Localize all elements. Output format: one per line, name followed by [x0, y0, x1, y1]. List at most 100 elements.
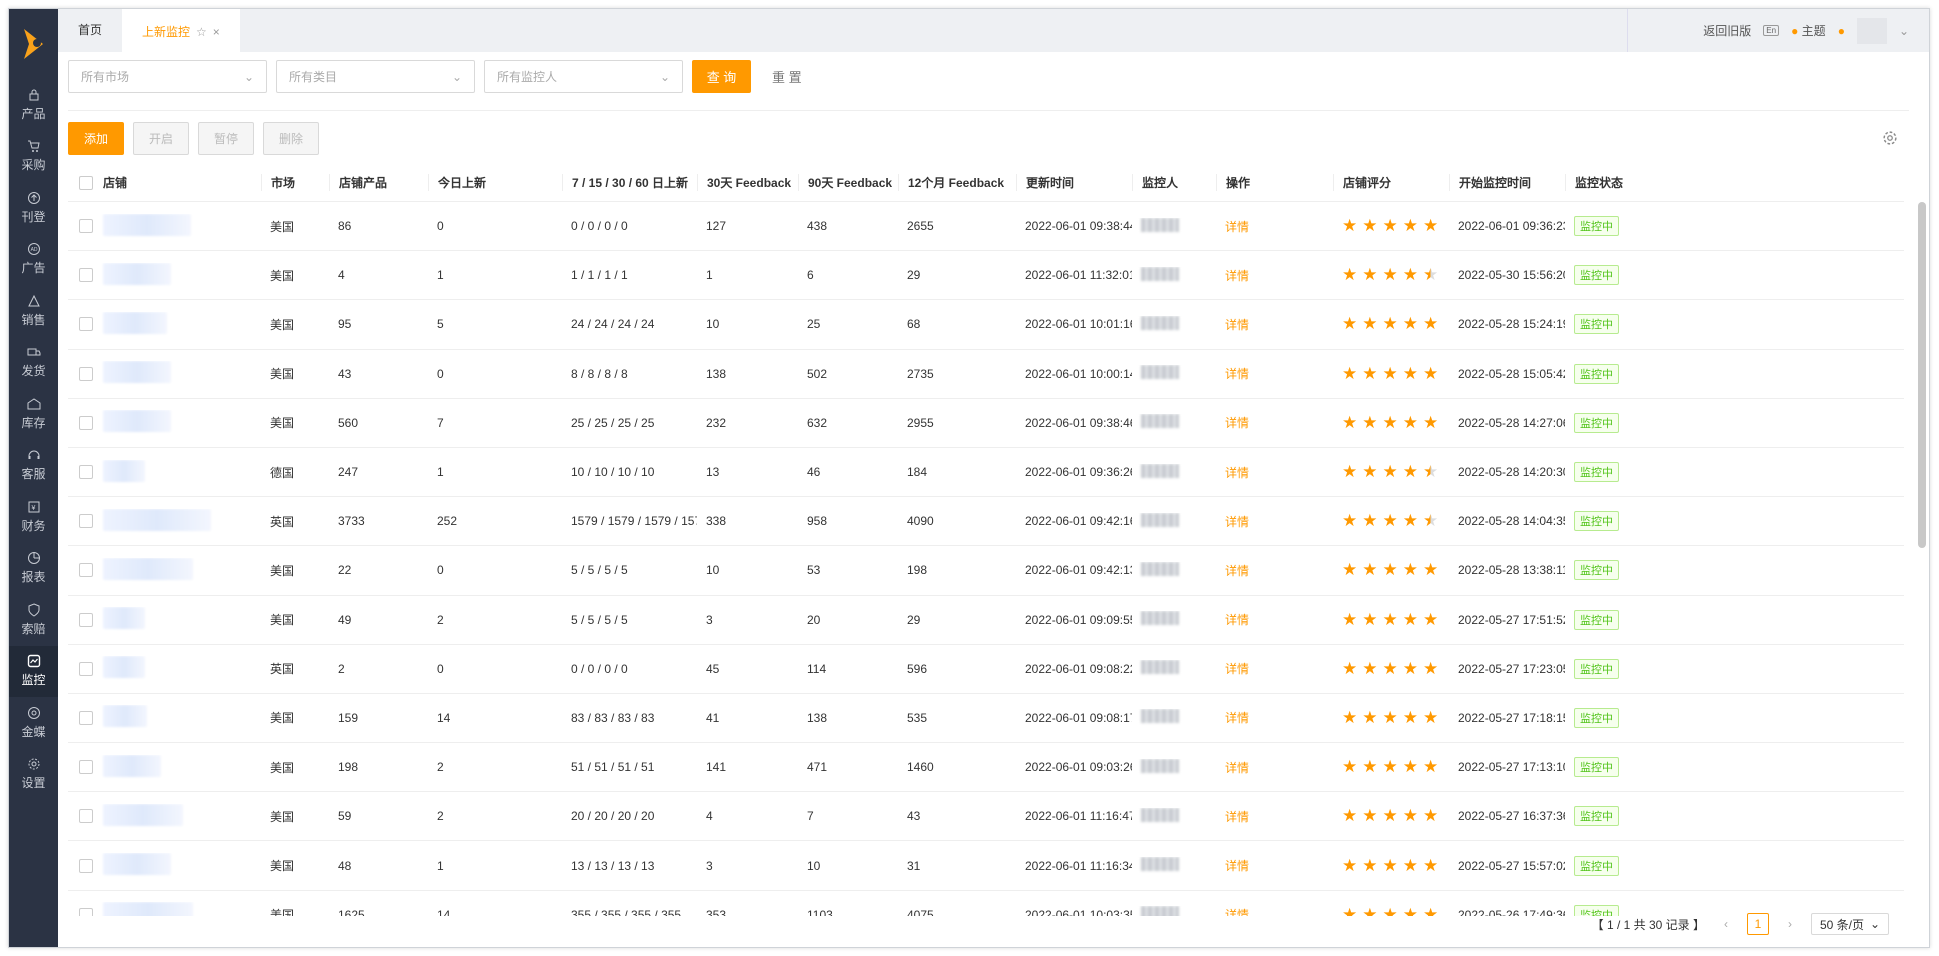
- category-select[interactable]: 所有类目 ⌄: [276, 60, 475, 93]
- sidebar-item-11[interactable]: 监控: [9, 645, 58, 697]
- row-checkbox[interactable]: [79, 268, 93, 283]
- cell-range: 20 / 20 / 20 / 20: [571, 809, 655, 824]
- sidebar-item-6[interactable]: 库存: [9, 388, 58, 440]
- op-cell: 详情: [1216, 759, 1333, 776]
- cell-products: 247: [338, 465, 359, 480]
- cell-range: 5 / 5 / 5 / 5: [571, 612, 628, 627]
- cell-updated: 2022-06-01 09:08:22: [1025, 661, 1132, 676]
- kingdee-icon: [27, 706, 40, 719]
- row-checkbox[interactable]: [79, 661, 93, 676]
- sidebar-item-2[interactable]: 刊登: [9, 182, 58, 234]
- sidebar-item-4[interactable]: 销售: [9, 285, 58, 337]
- sidebar-item-5[interactable]: 发货: [9, 337, 58, 389]
- sidebar-item-3[interactable]: AD 广告: [9, 234, 58, 286]
- chevron-down-icon[interactable]: ⌄: [1899, 24, 1909, 38]
- sidebar-item-10[interactable]: 索赔: [9, 594, 58, 646]
- page-size-select[interactable]: 50 条/页 ⌄: [1811, 913, 1889, 935]
- column-settings-icon[interactable]: [1881, 129, 1899, 147]
- chevron-down-icon: ⌄: [1869, 917, 1880, 931]
- monitor-select[interactable]: 所有监控人 ⌄: [484, 60, 683, 93]
- row-checkbox-cell: [68, 465, 94, 480]
- query-button[interactable]: 查 询: [692, 60, 751, 93]
- tab-new-monitor[interactable]: 上新监控 ☆ ×: [122, 9, 240, 52]
- sidebar-item-9[interactable]: 报表: [9, 543, 58, 595]
- tab-home[interactable]: 首页: [58, 9, 122, 52]
- warehouse-icon: [27, 398, 40, 410]
- detail-link[interactable]: 详情: [1225, 908, 1249, 916]
- cell-f12: 68: [907, 317, 921, 332]
- market-select[interactable]: 所有市场 ⌄: [68, 60, 267, 93]
- row-checkbox[interactable]: [79, 219, 93, 234]
- sidebar-item-12[interactable]: 金蝶: [9, 697, 58, 749]
- reset-button[interactable]: 重 置: [760, 67, 814, 86]
- sidebar-item-1[interactable]: 采购: [9, 131, 58, 183]
- row-checkbox-cell: [68, 366, 94, 381]
- detail-link[interactable]: 详情: [1225, 810, 1249, 824]
- detail-link[interactable]: 详情: [1225, 318, 1249, 332]
- sidebar-item-13[interactable]: 设置: [9, 749, 58, 801]
- column-header: 7 / 15 / 30 / 60 日上新: [562, 174, 697, 191]
- vertical-scrollbar[interactable]: [1918, 202, 1926, 548]
- detail-link[interactable]: 详情: [1225, 859, 1249, 873]
- next-page-button[interactable]: ›: [1779, 913, 1801, 935]
- cell-f90: 10: [807, 858, 821, 873]
- start-button[interactable]: 开启: [133, 122, 189, 155]
- detail-link[interactable]: 详情: [1225, 269, 1249, 283]
- language-icon[interactable]: En: [1763, 25, 1780, 36]
- rating-cell: ★ ★ ★ ★ ★: [1333, 610, 1449, 630]
- user-icon[interactable]: ●: [1838, 24, 1845, 38]
- row-checkbox[interactable]: [79, 858, 93, 873]
- detail-link[interactable]: 详情: [1225, 367, 1249, 381]
- row-checkbox[interactable]: [79, 809, 93, 824]
- rating-cell: ★ ★ ★ ★ ★: [1333, 511, 1449, 531]
- detail-link[interactable]: 详情: [1225, 564, 1249, 578]
- row-checkbox-cell: [68, 514, 94, 529]
- page-number[interactable]: 1: [1747, 913, 1769, 935]
- star-full-icon: ★: [1382, 609, 1398, 629]
- detail-link[interactable]: 详情: [1225, 416, 1249, 430]
- monitor-person-cell: [1132, 807, 1216, 825]
- status-cell: 监控中: [1565, 511, 1649, 532]
- row-checkbox[interactable]: [79, 366, 93, 381]
- monitor-person-cell: [1132, 315, 1216, 333]
- row-checkbox[interactable]: [79, 907, 93, 916]
- pause-button[interactable]: 暂停: [198, 122, 254, 155]
- prev-page-button[interactable]: ‹: [1715, 913, 1737, 935]
- row-checkbox[interactable]: [79, 563, 93, 578]
- sidebar-item-7[interactable]: 客服: [9, 440, 58, 492]
- row-checkbox[interactable]: [79, 710, 93, 725]
- back-old-version-link[interactable]: 返回旧版: [1703, 22, 1751, 39]
- row-checkbox[interactable]: [79, 465, 93, 480]
- row-checkbox[interactable]: [79, 317, 93, 332]
- detail-link[interactable]: 详情: [1225, 515, 1249, 529]
- star-full-icon: ★: [1402, 904, 1418, 916]
- top-right-bar: 返回旧版 En ● 主题 ● ⌄: [1629, 9, 1929, 52]
- add-button[interactable]: 添加: [68, 122, 124, 155]
- op-cell: 详情: [1216, 611, 1333, 628]
- star-full-icon: ★: [1342, 462, 1358, 482]
- star-full-icon: ★: [1342, 412, 1358, 432]
- action-bar: 添加 开启 暂停 删除: [68, 122, 319, 155]
- shop-name-cell: [94, 459, 261, 485]
- cell-f12: 1460: [907, 760, 934, 775]
- sidebar-item-8[interactable]: ¥ 财务: [9, 491, 58, 543]
- detail-link[interactable]: 详情: [1225, 613, 1249, 627]
- select-all-checkbox[interactable]: [79, 175, 93, 190]
- detail-link[interactable]: 详情: [1225, 466, 1249, 480]
- row-checkbox[interactable]: [79, 760, 93, 775]
- detail-link[interactable]: 详情: [1225, 761, 1249, 775]
- detail-link[interactable]: 详情: [1225, 711, 1249, 725]
- delete-button[interactable]: 删除: [263, 122, 319, 155]
- app-logo[interactable]: [9, 9, 58, 79]
- row-checkbox[interactable]: [79, 415, 93, 430]
- sidebar-item-0[interactable]: 产品: [9, 79, 58, 131]
- row-checkbox[interactable]: [79, 514, 93, 529]
- star-icon[interactable]: ☆: [196, 25, 207, 39]
- detail-link[interactable]: 详情: [1225, 220, 1249, 234]
- avatar[interactable]: [1856, 17, 1887, 44]
- row-checkbox[interactable]: [79, 612, 93, 627]
- close-icon[interactable]: ×: [213, 25, 220, 39]
- detail-link[interactable]: 详情: [1225, 662, 1249, 676]
- theme-button[interactable]: ● 主题: [1791, 22, 1826, 39]
- shop-name-redacted: [103, 262, 171, 285]
